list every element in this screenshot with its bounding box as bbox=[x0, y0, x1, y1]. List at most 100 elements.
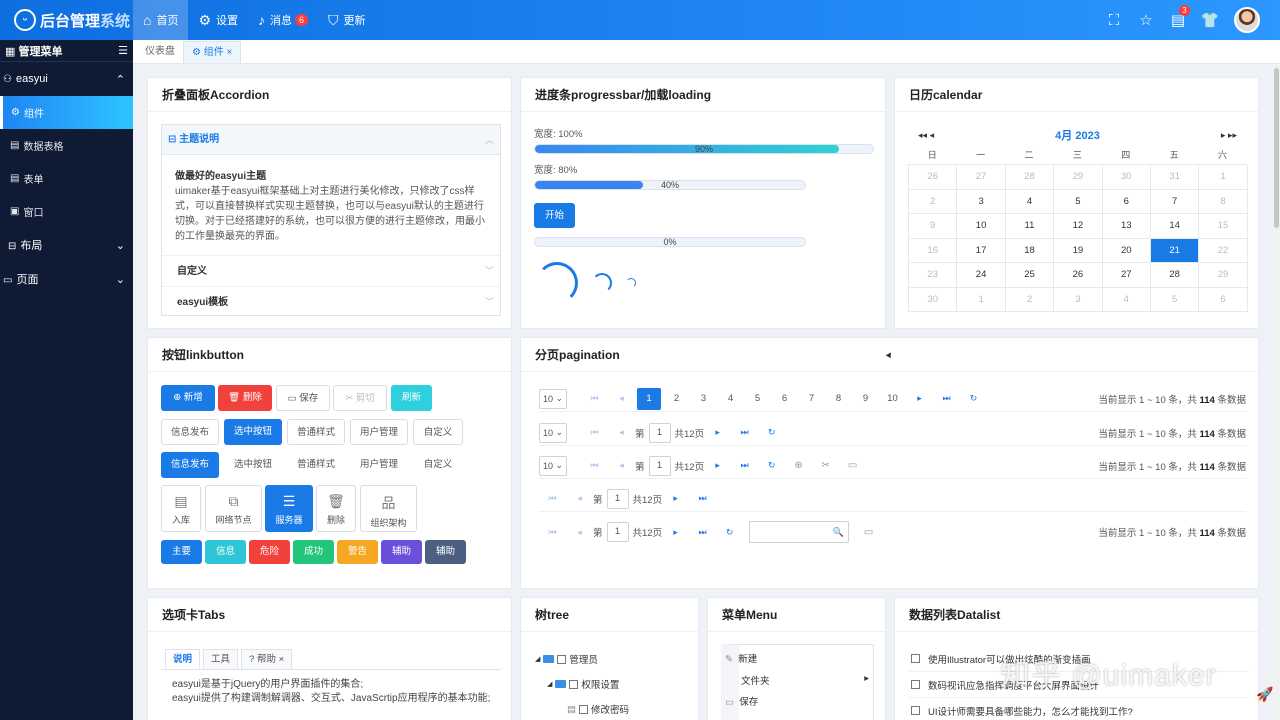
tile-button-network[interactable]: ⧉ 网络节点 bbox=[205, 485, 262, 532]
refresh-icon[interactable]: ↻ bbox=[960, 393, 987, 404]
toggle-button-users[interactable]: 用户管理 bbox=[350, 419, 408, 445]
scrollbar-thumb[interactable] bbox=[1274, 68, 1279, 228]
tree-checkbox[interactable] bbox=[578, 704, 588, 714]
tab-help[interactable]: ? 帮助 × bbox=[241, 649, 293, 669]
plain-button-publish[interactable]: 信息发布 bbox=[161, 452, 219, 478]
start-button[interactable]: 开始 bbox=[534, 203, 575, 228]
calendar-day[interactable]: 6 bbox=[1199, 287, 1248, 312]
cut-button[interactable]: ✂ 剪切 bbox=[333, 385, 387, 411]
next-page-icon[interactable]: ▸ bbox=[662, 493, 689, 504]
calendar-day[interactable]: 26 bbox=[909, 165, 958, 190]
tab-description[interactable]: 说明 bbox=[165, 649, 201, 669]
plain-button-selected[interactable]: 选中按钮 bbox=[224, 452, 282, 478]
calendar-day[interactable]: 17 bbox=[957, 238, 1006, 263]
calendar-day[interactable]: 28 bbox=[1150, 263, 1200, 288]
save-button[interactable]: ▭ 保存 bbox=[276, 385, 330, 411]
nav-messages[interactable]: ♪ 消息 6 bbox=[248, 0, 318, 40]
calendar-day[interactable]: 31 bbox=[1150, 165, 1200, 190]
calendar-day[interactable]: 1 bbox=[1199, 165, 1248, 190]
calendar-day[interactable]: 29 bbox=[1199, 263, 1248, 288]
list-checkbox[interactable] bbox=[911, 680, 920, 689]
refresh-icon[interactable]: ↻ bbox=[758, 427, 785, 438]
calendar-day[interactable]: 29 bbox=[1054, 165, 1103, 190]
sidebar-item-form[interactable]: ▤ 表单 bbox=[0, 162, 133, 195]
refresh-icon[interactable]: ↻ bbox=[716, 527, 743, 538]
prev-page-icon[interactable]: ◂ bbox=[608, 460, 635, 471]
calendar-day[interactable]: 14 bbox=[1150, 214, 1200, 239]
menu-item-folder[interactable]: 文件夹 ▸ bbox=[741, 673, 869, 687]
calendar-day[interactable]: 9 bbox=[909, 214, 958, 239]
calendar-day[interactable]: 10 bbox=[957, 214, 1006, 239]
toggle-button-selected[interactable]: 选中按钮 bbox=[224, 419, 282, 445]
color-button[interactable]: 主要 bbox=[161, 540, 202, 564]
prev-page-icon[interactable]: ◂ bbox=[566, 527, 593, 538]
page-number[interactable]: 7 bbox=[798, 393, 825, 404]
calendar-day[interactable]: 16 bbox=[909, 238, 958, 263]
first-page-icon[interactable]: ⏮ bbox=[581, 393, 608, 404]
delete-button[interactable]: 🗑 删除 bbox=[218, 385, 272, 411]
color-button[interactable]: 辅助 bbox=[381, 540, 422, 564]
calendar-day[interactable]: 27 bbox=[957, 165, 1006, 190]
nav-update[interactable]: ⛉ 更新 bbox=[318, 0, 376, 40]
accordion-header-custom[interactable]: 自定义 ﹀ bbox=[162, 255, 500, 286]
tile-button-inbound[interactable]: ▤ 入库 bbox=[161, 485, 201, 532]
rocket-icon[interactable]: 🚀 bbox=[1256, 686, 1273, 703]
star-icon[interactable]: ☆ bbox=[1130, 11, 1162, 29]
tree-checkbox[interactable] bbox=[557, 654, 567, 664]
calendar-day[interactable]: 1 bbox=[957, 287, 1006, 312]
calendar-day[interactable]: 23 bbox=[909, 263, 958, 288]
page-input[interactable]: 1 bbox=[648, 455, 671, 476]
close-icon[interactable]: × bbox=[227, 47, 233, 58]
calendar-day[interactable]: 27 bbox=[1102, 263, 1151, 288]
calendar-day[interactable]: 15 bbox=[1199, 214, 1248, 239]
page-size-select[interactable]: 10 ⌄ bbox=[539, 388, 567, 409]
calendar-day[interactable]: 20 bbox=[1102, 238, 1151, 263]
toggle-button-publish[interactable]: 信息发布 bbox=[161, 419, 219, 445]
notes-icon[interactable]: ▤ 3 bbox=[1162, 5, 1194, 29]
sidebar-group-easyui[interactable]: ⚇ easyui ⌃ bbox=[0, 62, 133, 96]
app-logo[interactable]: ᵕ 后台管理 系统 bbox=[0, 0, 133, 40]
list-checkbox[interactable] bbox=[911, 654, 920, 663]
caret-down-icon[interactable]: ◢ bbox=[535, 655, 540, 663]
page-input[interactable]: 1 bbox=[606, 522, 629, 542]
tile-button-server[interactable]: ☰ 服务器 bbox=[265, 485, 313, 532]
calendar-day[interactable]: 26 bbox=[1054, 263, 1103, 288]
calendar-month[interactable]: 4月 2023 bbox=[1055, 127, 1100, 143]
color-button[interactable]: 警告 bbox=[337, 540, 378, 564]
avatar[interactable] bbox=[1234, 7, 1260, 33]
sidebar-item-components[interactable]: ⚙ 组件 bbox=[0, 96, 133, 129]
calendar-day[interactable]: 19 bbox=[1054, 238, 1103, 263]
caret-down-icon[interactable]: ◢ bbox=[547, 680, 552, 688]
save-icon[interactable]: ▭ bbox=[839, 460, 866, 471]
toggle-button-normal[interactable]: 普通样式 bbox=[287, 419, 345, 445]
calendar-day[interactable]: 2 bbox=[1005, 287, 1055, 312]
add-circle-icon[interactable]: ⊕ bbox=[785, 460, 812, 471]
next-page-icon[interactable]: ▸ bbox=[704, 460, 731, 471]
calendar-day[interactable]: 25 bbox=[1005, 263, 1055, 288]
list-item[interactable]: UI设计师需要具备哪些能力，怎么才能找到工作? bbox=[909, 698, 1249, 720]
plain-button-users[interactable]: 用户管理 bbox=[350, 452, 408, 478]
calendar-day[interactable]: 5 bbox=[1054, 189, 1103, 214]
last-page-icon[interactable]: ⏭ bbox=[731, 460, 758, 471]
tree-node-password[interactable]: ▤ 修改密码 bbox=[567, 702, 629, 717]
calendar-day[interactable]: 24 bbox=[957, 263, 1006, 288]
toggle-button-custom[interactable]: 自定义 bbox=[413, 419, 463, 445]
color-button[interactable]: 信息 bbox=[205, 540, 246, 564]
prev-month-icon[interactable]: ◂ bbox=[930, 130, 935, 140]
page-number[interactable]: 10 bbox=[879, 393, 906, 404]
refresh-button[interactable]: 刷新 bbox=[391, 385, 432, 411]
tile-button-org[interactable]: 品组织架构 bbox=[360, 485, 417, 532]
save-icon[interactable]: ▭ bbox=[855, 527, 882, 538]
nav-home[interactable]: ⌂ 首页 bbox=[133, 0, 189, 40]
prev-page-icon[interactable]: ◂ bbox=[608, 393, 635, 404]
calendar-day[interactable]: 18 bbox=[1005, 238, 1055, 263]
list-checkbox[interactable] bbox=[911, 706, 920, 715]
plain-button-normal[interactable]: 普通样式 bbox=[287, 452, 345, 478]
tile-button-delete[interactable]: 🗑 删除 bbox=[316, 485, 356, 532]
search-icon[interactable]: 🔍 bbox=[833, 527, 844, 538]
first-page-icon[interactable]: ⏮ bbox=[581, 427, 608, 438]
fullscreen-icon[interactable]: ⛶ bbox=[1098, 12, 1130, 29]
sidebar-item-window[interactable]: ▣ 窗口 bbox=[0, 195, 133, 228]
last-page-icon[interactable]: ⏭ bbox=[689, 527, 716, 538]
calendar-day[interactable]: 30 bbox=[1102, 165, 1151, 190]
